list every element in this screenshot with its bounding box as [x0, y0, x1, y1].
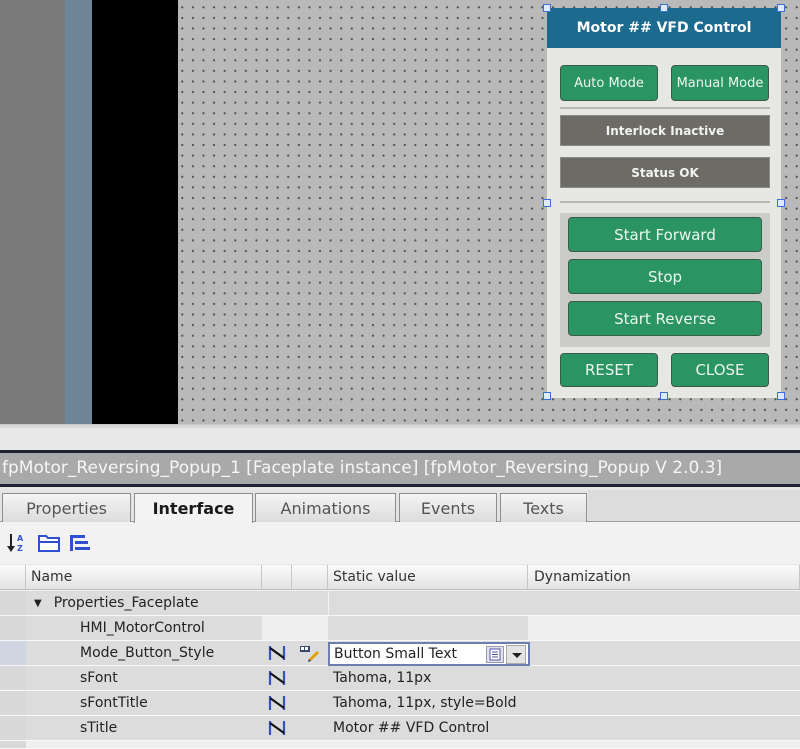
group-row[interactable]: ▼ Properties_Faceplate — [0, 591, 800, 616]
reset-button[interactable]: RESET — [560, 353, 658, 387]
column-header-static-value[interactable]: Static value — [328, 565, 528, 589]
inspector-title-bar: fpMotor_Reversing_Popup_1 [Faceplate ins… — [0, 450, 800, 487]
command-group: Start Forward Stop Start Reverse — [560, 213, 770, 347]
column-header-icon1[interactable] — [262, 565, 292, 589]
table-row[interactable]: sTitle Motor ## VFD Control — [0, 716, 800, 741]
start-forward-button[interactable]: Start Forward — [568, 217, 762, 252]
blue-divider — [65, 0, 92, 424]
stop-button[interactable]: Stop — [568, 259, 762, 294]
resize-handle[interactable] — [777, 199, 785, 207]
canvas-scroll-edge — [0, 424, 800, 428]
tab-animations[interactable]: Animations — [255, 493, 396, 522]
group-name-cell: ▼ Properties_Faceplate — [26, 591, 262, 615]
inspector-tabs: Properties Interface Animations Events T… — [0, 490, 800, 523]
row-selector[interactable] — [0, 641, 26, 665]
property-value[interactable]: Tahoma, 11px — [328, 666, 528, 690]
combobox-value: Button Small Text — [334, 646, 457, 662]
table-row[interactable]: Mode_Button_Style Button Small Text — [0, 641, 800, 666]
auto-mode-button[interactable]: Auto Mode — [560, 65, 658, 101]
interface-grid: Name Static value Dynamization ▼ Propert… — [0, 565, 800, 749]
tab-texts[interactable]: Texts — [500, 493, 587, 522]
hmi-screen-canvas: Motor ## VFD Control Auto Mode Manual Mo… — [0, 0, 800, 424]
property-value[interactable]: Motor ## VFD Control — [328, 716, 528, 740]
edit-pencil-icon[interactable] — [292, 641, 328, 665]
property-name: sFont — [80, 670, 118, 686]
property-name: sFontTitle — [80, 695, 148, 711]
group-name: Properties_Faceplate — [53, 595, 199, 611]
table-row[interactable]: sFont Tahoma, 11px — [0, 666, 800, 691]
dynamization-icon[interactable] — [262, 716, 292, 740]
resize-handle[interactable] — [660, 4, 668, 12]
separator — [560, 107, 770, 109]
interface-toolbar: A Z — [0, 522, 800, 564]
property-name: sTitle — [80, 720, 118, 736]
faceplate-title: Motor ## VFD Control — [547, 8, 781, 48]
table-row[interactable]: sFontTitle Tahoma, 11px, style=Bold — [0, 691, 800, 716]
folder-icon[interactable] — [37, 532, 61, 554]
tab-properties[interactable]: Properties — [2, 493, 131, 522]
property-name: HMI_MotorControl — [26, 616, 262, 640]
column-header-dynamization[interactable]: Dynamization — [528, 565, 800, 589]
column-header-name[interactable]: Name — [26, 565, 262, 589]
empty-row — [0, 741, 800, 749]
faceplate-instance[interactable]: Motor ## VFD Control Auto Mode Manual Mo… — [547, 8, 781, 398]
resize-handle[interactable] — [660, 392, 668, 400]
sort-az-icon[interactable]: A Z — [7, 532, 31, 554]
property-value[interactable] — [328, 616, 528, 640]
dynamization-icon[interactable] — [262, 641, 292, 665]
tab-interface[interactable]: Interface — [134, 493, 253, 523]
svg-text:A: A — [17, 534, 24, 543]
row-selector[interactable] — [0, 666, 26, 690]
resize-handle[interactable] — [543, 4, 551, 12]
static-value-combobox[interactable]: Button Small Text — [328, 642, 530, 666]
tab-strip-fill — [588, 490, 800, 521]
resize-handle[interactable] — [543, 199, 551, 207]
interlock-status: Interlock Inactive — [560, 115, 770, 146]
resize-handle[interactable] — [543, 392, 551, 400]
row-selector[interactable] — [0, 691, 26, 715]
row-selector[interactable] — [0, 716, 26, 740]
table-row[interactable]: HMI_MotorControl — [0, 616, 800, 641]
left-panel — [0, 0, 65, 424]
dynamization-icon[interactable] — [262, 691, 292, 715]
row-selector[interactable] — [0, 591, 26, 615]
resize-handle[interactable] — [777, 4, 785, 12]
tab-events[interactable]: Events — [399, 493, 497, 522]
group-value-cell — [328, 591, 800, 615]
property-name: Mode_Button_Style — [80, 645, 215, 661]
list-picker-icon[interactable] — [486, 646, 504, 663]
separator — [560, 201, 770, 203]
property-value[interactable]: Tahoma, 11px, style=Bold — [328, 691, 528, 715]
header-selector — [0, 565, 26, 589]
list-indent-icon[interactable] — [68, 532, 92, 554]
expand-triangle-icon[interactable]: ▼ — [34, 598, 42, 609]
svg-text:Z: Z — [17, 544, 23, 553]
grid-header: Name Static value Dynamization — [0, 565, 800, 590]
row-selector[interactable] — [0, 616, 26, 640]
status-indicator: Status OK — [560, 157, 770, 188]
manual-mode-button[interactable]: Manual Mode — [671, 65, 769, 101]
dropdown-arrow-icon[interactable] — [506, 645, 526, 664]
start-reverse-button[interactable]: Start Reverse — [568, 301, 762, 336]
black-region — [92, 0, 178, 424]
close-button[interactable]: CLOSE — [671, 353, 769, 387]
column-header-icon2[interactable] — [292, 565, 328, 589]
resize-handle[interactable] — [777, 392, 785, 400]
dynamization-icon[interactable] — [262, 666, 292, 690]
